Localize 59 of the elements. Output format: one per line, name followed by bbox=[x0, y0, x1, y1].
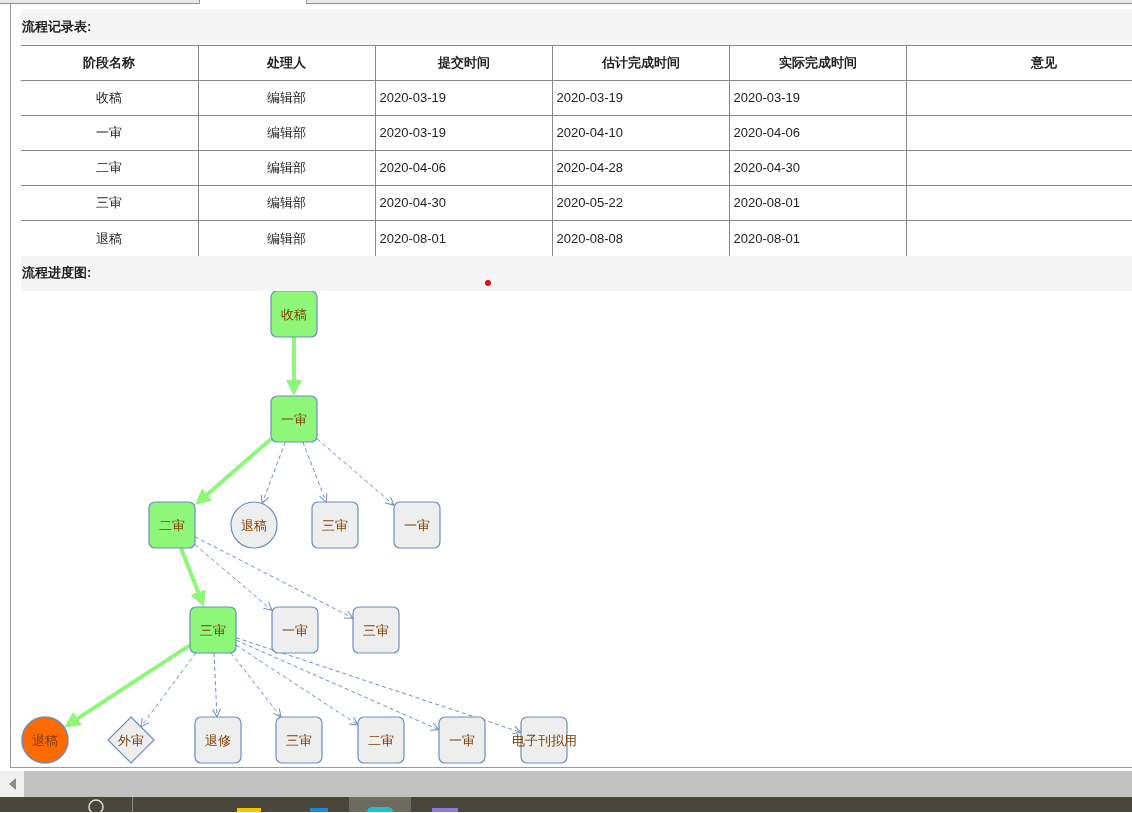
search-icon[interactable] bbox=[88, 797, 104, 812]
table-cell: 2020-04-30 bbox=[375, 185, 552, 221]
node-label: 外审 bbox=[118, 733, 144, 746]
node-label: 三审 bbox=[363, 623, 389, 636]
dashed-arrow bbox=[260, 441, 286, 504]
node-label: 一审 bbox=[282, 623, 308, 636]
node-label: 退稿 bbox=[241, 518, 267, 531]
table-cell: 2020-08-01 bbox=[375, 220, 552, 256]
table-cell: 收稿 bbox=[21, 80, 198, 116]
flow-arrow bbox=[179, 546, 206, 607]
table-cell: 2020-03-19 bbox=[375, 115, 552, 151]
table-cell: 2020-05-22 bbox=[552, 185, 729, 221]
app-icon[interactable] bbox=[367, 807, 393, 812]
table-cell: 编辑部 bbox=[198, 115, 375, 151]
column-header: 实际完成时间 bbox=[729, 45, 906, 81]
node-label: 电子刊拟用 bbox=[511, 733, 577, 746]
node-label: 二审 bbox=[368, 733, 394, 746]
node-label: 一审 bbox=[449, 733, 475, 746]
table-cell: 编辑部 bbox=[198, 80, 375, 116]
table-cell: 编辑部 bbox=[198, 220, 375, 256]
node-label: 收稿 bbox=[281, 307, 307, 320]
table-cell: 2020-04-06 bbox=[729, 115, 906, 151]
node-label: 一审 bbox=[281, 412, 307, 425]
table-cell: 2020-03-19 bbox=[729, 80, 906, 116]
table-cell: 退稿 bbox=[21, 220, 198, 256]
table-cell: 2020-08-01 bbox=[729, 185, 906, 221]
node-label: 三审 bbox=[286, 733, 312, 746]
table-cell: 二审 bbox=[21, 150, 198, 186]
table-cell: 2020-04-30 bbox=[729, 150, 906, 186]
section-title: 流程记录表: bbox=[21, 9, 1132, 45]
app-button[interactable] bbox=[349, 797, 411, 812]
flow-arrow bbox=[286, 336, 302, 396]
caret-icon bbox=[8, 778, 16, 790]
section-title: 流程进度图: bbox=[21, 255, 1132, 291]
node-label: 三审 bbox=[322, 518, 348, 531]
node-label: 二审 bbox=[159, 518, 185, 531]
column-header: 阶段名称 bbox=[21, 45, 198, 81]
scroll-left-button[interactable] bbox=[0, 771, 24, 797]
table-cell: 2020-03-19 bbox=[375, 80, 552, 116]
node-label: 一审 bbox=[404, 518, 430, 531]
column-header: 意见 bbox=[906, 45, 1132, 81]
column-header: 估计完成时间 bbox=[552, 45, 729, 81]
table-cell: 2020-03-19 bbox=[552, 80, 729, 116]
column-header: 提交时间 bbox=[375, 45, 552, 81]
table-cell: 一审 bbox=[21, 115, 198, 151]
table-cell: 2020-04-06 bbox=[375, 150, 552, 186]
table-cell: 2020-04-10 bbox=[552, 115, 729, 151]
marker-dot bbox=[485, 279, 491, 286]
column-header: 处理人 bbox=[198, 45, 375, 81]
table-cell: 2020-08-01 bbox=[729, 220, 906, 256]
table-cell: 2020-08-08 bbox=[552, 220, 729, 256]
table-cell: 编辑部 bbox=[198, 185, 375, 221]
table-cell: 三审 bbox=[21, 185, 198, 221]
node-label: 退修 bbox=[205, 733, 231, 746]
table-cell: 2020-04-28 bbox=[552, 150, 729, 186]
node-label: 退稿 bbox=[32, 733, 58, 746]
dashed-arrow bbox=[212, 652, 222, 717]
table-cell: 编辑部 bbox=[198, 150, 375, 186]
node-label: 三审 bbox=[200, 623, 226, 636]
